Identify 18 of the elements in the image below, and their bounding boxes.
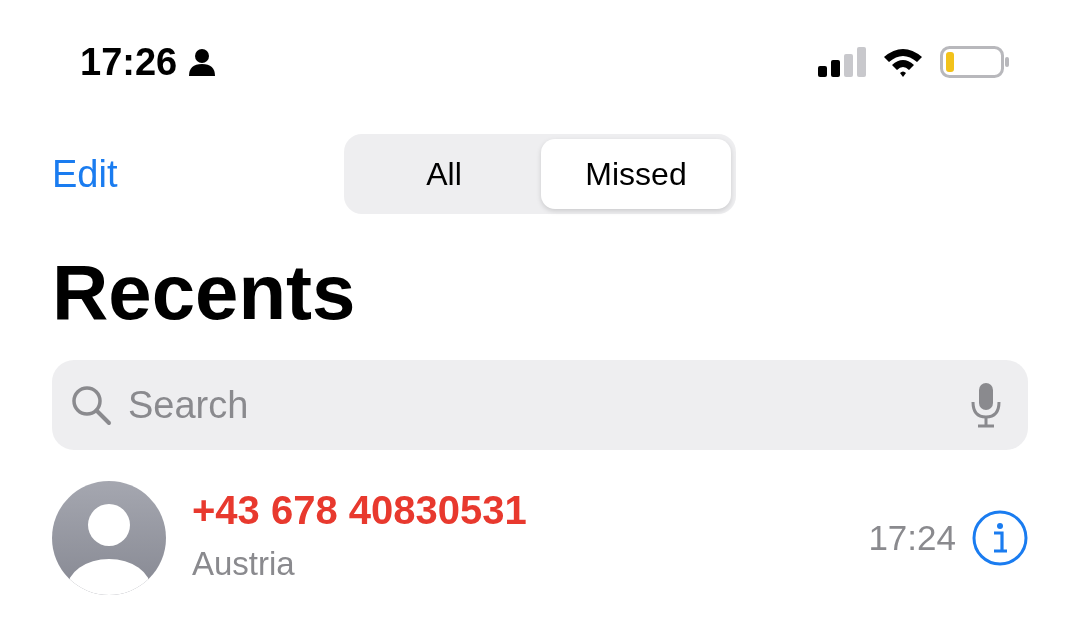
- battery-icon: [940, 46, 1010, 78]
- caller-number: +43 678 40830531: [192, 487, 528, 533]
- status-time: 17:26: [80, 40, 178, 84]
- wifi-icon: [882, 47, 924, 77]
- call-time: 17:24: [868, 518, 956, 558]
- avatar-icon: [52, 481, 166, 595]
- search-icon: [70, 384, 112, 426]
- person-icon: [187, 47, 218, 77]
- edit-link[interactable]: Edit: [52, 152, 118, 196]
- search-bar[interactable]: Search: [52, 360, 1028, 450]
- signal-icon: [818, 47, 866, 77]
- segment-tab[interactable]: All: [349, 139, 539, 209]
- segment-tab[interactable]: Missed: [541, 139, 731, 209]
- microphone-icon[interactable]: [970, 382, 1002, 428]
- info-icon[interactable]: [972, 510, 1028, 566]
- caller-location: Austria: [192, 544, 296, 583]
- page-title: Recents: [52, 246, 357, 338]
- search-field[interactable]: Search: [126, 382, 956, 428]
